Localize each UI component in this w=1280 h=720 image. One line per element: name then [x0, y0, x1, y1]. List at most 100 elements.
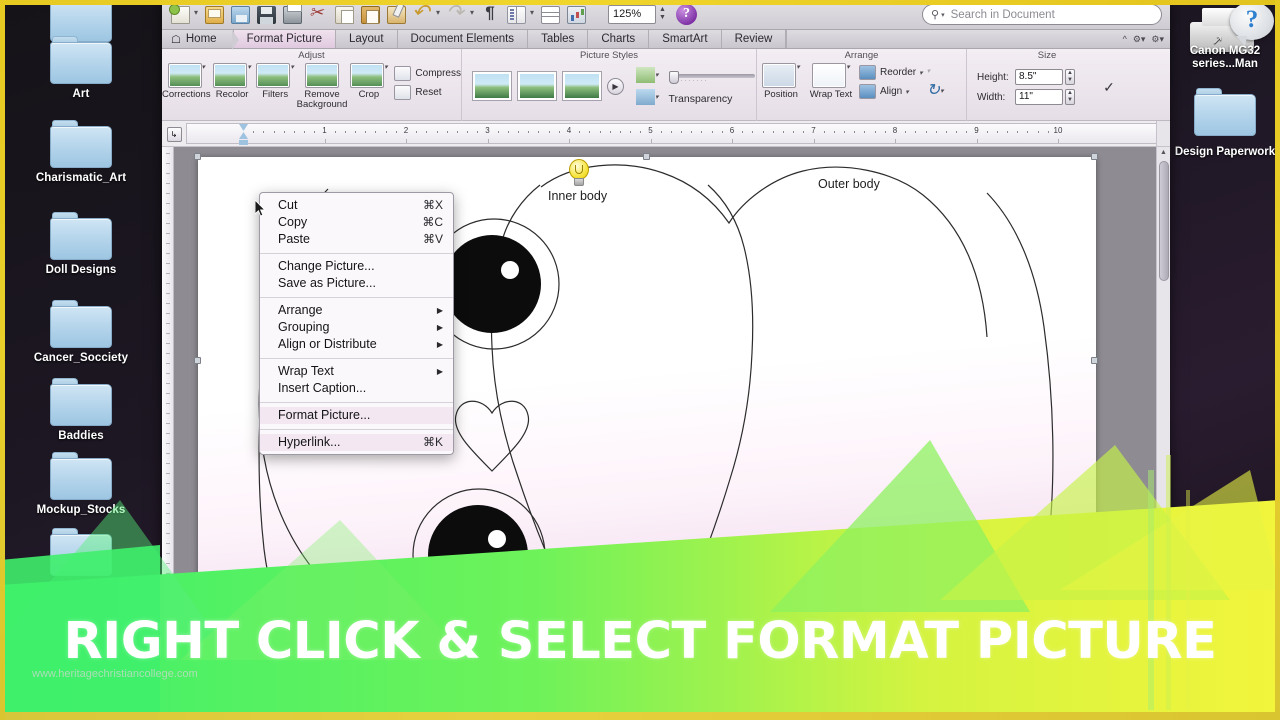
vertical-scrollbar[interactable]: ▲ ▼ — [1156, 147, 1170, 693]
view-print-layout-button[interactable] — [249, 696, 266, 710]
redo-button[interactable] — [444, 0, 469, 27]
compress-button[interactable]: Compress — [394, 66, 461, 81]
tab-review[interactable]: Review — [721, 30, 787, 48]
context-menu-item-change-picture[interactable]: Change Picture... — [260, 258, 453, 275]
collapse-ribbon-icon[interactable]: ^ — [1123, 34, 1127, 44]
help-question-icon[interactable]: ? — [1230, 2, 1274, 46]
picture-border-icon[interactable] — [636, 67, 655, 83]
selection-handle-bl[interactable] — [194, 683, 201, 690]
selection-handle-mr[interactable] — [1091, 357, 1098, 364]
align-button[interactable]: Align ▾ — [859, 84, 923, 99]
tab-home[interactable]: ☖ Home — [162, 30, 239, 50]
width-input[interactable]: 11" — [1015, 89, 1063, 105]
chevron-down-icon[interactable]: ▾ — [905, 88, 909, 96]
save-button[interactable] — [254, 2, 279, 27]
vertical-scrollbar-thumb[interactable] — [1159, 161, 1169, 281]
tab-stop-selector[interactable]: ↳ — [162, 121, 186, 147]
vertical-ruler[interactable] — [162, 147, 174, 693]
horizontal-ruler[interactable]: 1 2 3 4 5 6 7 8 9 10 — [186, 123, 1156, 145]
chevron-down-icon[interactable]: ▾ — [384, 63, 388, 71]
size-lock-check-icon[interactable]: ✓ — [1097, 65, 1121, 109]
rotate-icon[interactable]: ↻ — [927, 83, 940, 99]
selection-handle-bc[interactable] — [643, 683, 650, 690]
view-draft-button[interactable] — [168, 696, 185, 710]
picture-styles-more-button[interactable]: ▶ — [607, 77, 624, 95]
picture-effects-icon[interactable] — [636, 89, 655, 105]
desktop-folder-unlabeled[interactable] — [0, 528, 162, 580]
undo-caret[interactable] — [436, 2, 444, 27]
cut-button[interactable] — [306, 2, 331, 27]
desktop-folder-cancer-socciety[interactable]: Cancer_Socciety — [0, 300, 162, 364]
chevron-down-icon[interactable]: ▾ — [247, 63, 251, 71]
tab-document-elements[interactable]: Document Elements — [397, 30, 529, 48]
selection-handle-br[interactable] — [1091, 683, 1098, 690]
desktop-folder-art[interactable]: Art — [0, 36, 162, 100]
context-menu-item-save-as-picture[interactable]: Save as Picture... — [260, 275, 453, 292]
show-formatting-button[interactable] — [478, 2, 503, 27]
window-options-gear-icon[interactable]: ⚙▾ — [1151, 34, 1164, 45]
desktop-folder-design-paperwork[interactable] — [1194, 88, 1256, 139]
help-button[interactable]: ? — [676, 4, 697, 25]
context-menu-item-paste[interactable]: Paste ⌘V — [260, 231, 453, 248]
height-stepper[interactable]: ▲ ▼ — [1065, 69, 1075, 85]
chevron-down-icon[interactable]: ▾ — [919, 69, 923, 77]
height-input[interactable]: 8.5" — [1015, 69, 1063, 85]
view-outline-button[interactable] — [195, 696, 212, 710]
context-menu-item-hyperlink[interactable]: Hyperlink... ⌘K — [260, 434, 453, 451]
transparency-slider-handle[interactable] — [668, 71, 679, 84]
open-button[interactable] — [202, 2, 227, 27]
chevron-down-icon[interactable]: ▾ — [290, 63, 294, 71]
crop-button[interactable]: ▾ Crop — [347, 61, 390, 100]
scroll-up-arrow-icon[interactable]: ▲ — [1160, 149, 1167, 156]
reset-button[interactable]: Reset — [394, 85, 461, 100]
filters-button[interactable]: ▾ Filters — [254, 61, 297, 100]
columns-button[interactable] — [504, 2, 529, 27]
desktop-folder-charismatic-art[interactable]: Charismatic_Art — [0, 120, 162, 184]
context-menu-item-format-picture[interactable]: Format Picture... — [260, 407, 453, 424]
picture-style-1[interactable] — [472, 71, 512, 101]
wrap-text-button[interactable]: ▾ Wrap Text — [805, 61, 857, 100]
new-document-caret[interactable] — [194, 2, 202, 27]
picture-style-2[interactable] — [517, 71, 557, 101]
context-menu-item-insert-caption[interactable]: Insert Caption... — [260, 380, 453, 397]
first-line-indent-handle[interactable] — [239, 124, 248, 131]
view-publishing-button[interactable] — [222, 696, 239, 710]
print-button[interactable] — [280, 2, 305, 27]
scroll-down-arrow-icon[interactable]: ▼ — [1160, 684, 1167, 691]
selection-handle-tr[interactable] — [1091, 153, 1098, 160]
context-menu-item-cut[interactable]: Cut ⌘X — [260, 197, 453, 214]
context-menu-item-wrap-text[interactable]: Wrap Text ▶ — [260, 363, 453, 380]
chevron-down-icon[interactable]: ▾ — [940, 87, 944, 95]
remove-background-button[interactable]: Remove Background — [297, 61, 347, 110]
tab-charts[interactable]: Charts — [588, 30, 650, 48]
context-menu[interactable]: Cut ⌘X Copy ⌘C Paste ⌘V Change Picture... Save … — [259, 192, 454, 455]
columns-caret[interactable] — [530, 2, 538, 27]
context-menu-item-copy[interactable]: Copy ⌘C — [260, 214, 453, 231]
copy-button[interactable] — [332, 2, 357, 27]
selection-handle-ml[interactable] — [194, 357, 201, 364]
paste-button[interactable] — [358, 2, 383, 27]
insert-chart-button[interactable] — [564, 2, 589, 27]
format-painter-button[interactable] — [384, 2, 409, 27]
ribbon-options-gear-icon[interactable]: ⚙▾ — [1133, 34, 1146, 45]
view-focus-button[interactable] — [303, 696, 320, 710]
transparency-slider[interactable]: ·········· Transparency — [668, 67, 755, 105]
chevron-down-icon[interactable]: ▾ — [796, 63, 800, 71]
insert-table-button[interactable] — [538, 2, 563, 27]
tab-layout[interactable]: Layout — [335, 30, 398, 48]
position-button[interactable]: ▾ Position — [757, 61, 805, 100]
tab-format-picture[interactable]: Format Picture — [233, 30, 336, 48]
left-indent-handle[interactable] — [239, 140, 248, 145]
tab-smartart[interactable]: SmartArt — [649, 30, 722, 48]
width-stepper[interactable]: ▲ ▼ — [1065, 89, 1075, 105]
selection-handle-tl[interactable] — [194, 153, 201, 160]
undo-button[interactable] — [410, 0, 435, 27]
zoom-input[interactable]: 125% ▲ ▼ — [608, 5, 666, 24]
context-menu-item-align-or-distribute[interactable]: Align or Distribute ▶ — [260, 336, 453, 353]
context-menu-item-grouping[interactable]: Grouping ▶ — [260, 319, 453, 336]
desktop-folder-baddies[interactable]: Baddies — [0, 378, 162, 442]
search-input[interactable]: ⚲ ▾ Search in Document — [922, 4, 1162, 25]
view-notebook-button[interactable] — [276, 696, 293, 710]
redo-caret[interactable] — [470, 2, 478, 27]
context-menu-item-arrange[interactable]: Arrange ▶ — [260, 302, 453, 319]
